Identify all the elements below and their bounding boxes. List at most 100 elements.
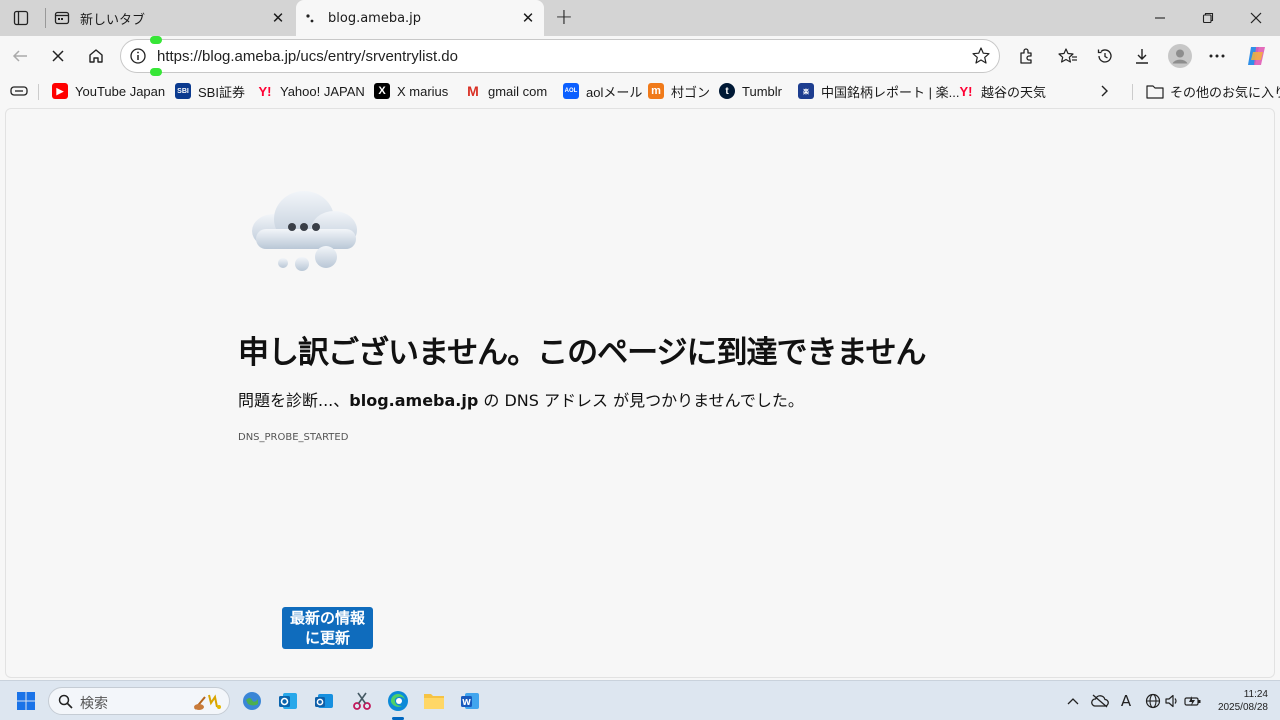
tab-title: blog.ameba.jp <box>328 10 422 26</box>
bookmark-label: gmail com <box>488 83 548 99</box>
svg-text:W: W <box>462 698 471 707</box>
new-tab-page-icon <box>54 10 70 26</box>
windows-taskbar: 検索 W A 11:24 2025/08/28 <box>0 680 1280 720</box>
favorites-icon[interactable] <box>1052 40 1084 72</box>
cursor-marker <box>150 68 162 76</box>
thinking-cloud-icon <box>246 185 366 275</box>
refresh-label-line1: 最新の情報 <box>289 609 365 627</box>
search-placeholder: 検索 <box>80 696 108 712</box>
bookmark-label: aolメール <box>586 84 643 100</box>
search-icon <box>58 694 73 713</box>
tab-divider <box>45 8 46 28</box>
new-tab-button[interactable]: + <box>552 5 576 30</box>
error-description-prefix: 問題を診断...、 <box>238 391 350 410</box>
tumblr-icon: t <box>719 83 735 99</box>
reading-list-icon[interactable] <box>10 82 28 100</box>
bookmark-label: その他のお気に入り <box>1170 84 1280 100</box>
x-icon: X <box>374 83 390 99</box>
bookmark-tumblr[interactable]: t Tumblr <box>719 82 782 100</box>
bookmark-label: 越谷の天気 <box>981 84 1047 100</box>
more-menu-icon[interactable] <box>1201 40 1233 72</box>
loading-icon <box>302 10 318 26</box>
battery-charging-icon[interactable] <box>1183 691 1203 711</box>
outlook-classic-icon[interactable] <box>274 687 302 715</box>
history-icon[interactable] <box>1089 40 1121 72</box>
tab-new-tab[interactable]: 新しいタブ ✕ <box>48 0 294 36</box>
chevron-up-icon[interactable] <box>1063 691 1083 711</box>
yahoo-icon: Y! <box>258 83 272 99</box>
windows-start-icon[interactable] <box>12 687 40 715</box>
bookmark-divider <box>38 84 39 100</box>
bookmark-divider <box>1132 84 1133 100</box>
bookmark-yahoo[interactable]: Y! Yahoo! JAPAN <box>257 82 365 100</box>
close-icon[interactable]: ✕ <box>268 8 288 28</box>
ime-mode-indicator[interactable]: A <box>1116 691 1136 711</box>
clock-time: 11:24 <box>1243 689 1268 700</box>
bookmark-youtube[interactable]: ▶ YouTube Japan <box>52 82 165 100</box>
taskbar-clock[interactable]: 11:24 2025/08/28 <box>1208 688 1268 714</box>
bookmark-label: SBI証券 <box>198 84 245 100</box>
bookmark-rakuten[interactable]: 楽 中国銘柄レポート | 楽... <box>798 82 959 100</box>
window-close-icon[interactable] <box>1233 0 1279 36</box>
bookmark-x[interactable]: X X marius <box>374 82 448 100</box>
page-content: 申し訳ございません。このページに到達できません 問題を診断...、blog.am… <box>5 108 1275 678</box>
folder-icon <box>1146 84 1164 99</box>
close-icon[interactable]: ✕ <box>518 8 538 28</box>
edge-browser-icon[interactable] <box>384 687 412 715</box>
bookmark-aol[interactable]: AOL aolメール <box>563 82 642 100</box>
bookmark-gmail[interactable]: M gmail com <box>465 82 547 100</box>
home-icon[interactable] <box>80 40 112 72</box>
site-info-icon[interactable] <box>129 47 147 65</box>
address-bar[interactable]: https://blog.ameba.jp/ucs/entry/srventry… <box>120 39 1000 73</box>
tab-strip: 新しいタブ ✕ blog.ameba.jp ✕ + <box>0 0 1280 36</box>
widgets-icon[interactable] <box>238 687 266 715</box>
yahoo-icon: Y! <box>959 83 973 99</box>
bookmark-label: X marius <box>397 83 449 99</box>
url-text[interactable]: https://blog.ameba.jp/ucs/entry/srventry… <box>157 48 458 65</box>
snipping-tool-icon[interactable] <box>348 687 376 715</box>
taskbar-search-input[interactable]: 検索 <box>48 687 230 715</box>
error-host: blog.ameba.jp <box>349 391 479 410</box>
globe-network-icon[interactable] <box>1143 691 1163 711</box>
sbi-icon: SBI <box>175 83 191 99</box>
chevron-right-icon[interactable] <box>1098 82 1110 100</box>
tab-title: 新しいタブ <box>80 12 146 28</box>
bookmark-label: YouTube Japan <box>75 83 166 99</box>
clock-date: 2025/08/28 <box>1217 702 1268 713</box>
speaker-icon[interactable] <box>1162 691 1182 711</box>
outlook-new-icon[interactable] <box>310 687 338 715</box>
browser-toolbar: https://blog.ameba.jp/ucs/entry/srventry… <box>0 36 1280 76</box>
file-explorer-icon[interactable] <box>420 687 448 715</box>
favorites-bar: ▶ YouTube Japan SBI SBI証券 Y! Yahoo! JAPA… <box>0 76 1280 106</box>
gmail-icon: M <box>467 83 479 99</box>
download-icon[interactable] <box>1126 40 1158 72</box>
refresh-button[interactable]: 最新の情報 に更新 <box>282 607 373 649</box>
minimize-icon[interactable] <box>1137 0 1183 36</box>
stop-loading-icon[interactable] <box>42 40 74 72</box>
tab-actions-icon[interactable] <box>8 6 34 30</box>
restore-icon[interactable] <box>1185 0 1231 36</box>
error-code: DNS_PROBE_STARTED <box>238 432 349 443</box>
bookmark-label: Yahoo! JAPAN <box>280 83 365 99</box>
onedrive-offline-icon[interactable] <box>1090 691 1110 711</box>
bookmark-weather[interactable]: Y! 越谷の天気 <box>958 82 1047 100</box>
bookmark-label: Tumblr <box>742 83 782 99</box>
murago-icon: m <box>648 83 664 99</box>
tab-blog-ameba[interactable]: blog.ameba.jp ✕ <box>296 0 544 36</box>
favorite-star-icon[interactable] <box>971 46 991 66</box>
bookmark-label: 村ゴン <box>671 84 711 100</box>
back-arrow-icon[interactable] <box>4 40 36 72</box>
bookmark-sbi[interactable]: SBI SBI証券 <box>175 82 245 100</box>
bookmark-murago[interactable]: m 村ゴン <box>648 82 710 100</box>
other-favorites-folder[interactable]: その他のお気に入り <box>1146 82 1280 100</box>
error-title: 申し訳ございません。このページに到達できません <box>238 335 927 371</box>
bookmark-label: 中国銘柄レポート | 楽... <box>821 84 960 100</box>
refresh-label-line2: に更新 <box>304 629 350 647</box>
error-description-suffix: の DNS アドレス が見つかりませんでした。 <box>478 391 804 410</box>
copilot-icon[interactable] <box>1241 40 1273 72</box>
word-icon[interactable]: W <box>456 687 484 715</box>
profile-avatar-icon[interactable] <box>1164 40 1196 72</box>
extensions-icon[interactable] <box>1010 40 1042 72</box>
youtube-icon: ▶ <box>52 83 68 99</box>
cursor-marker <box>150 36 162 44</box>
